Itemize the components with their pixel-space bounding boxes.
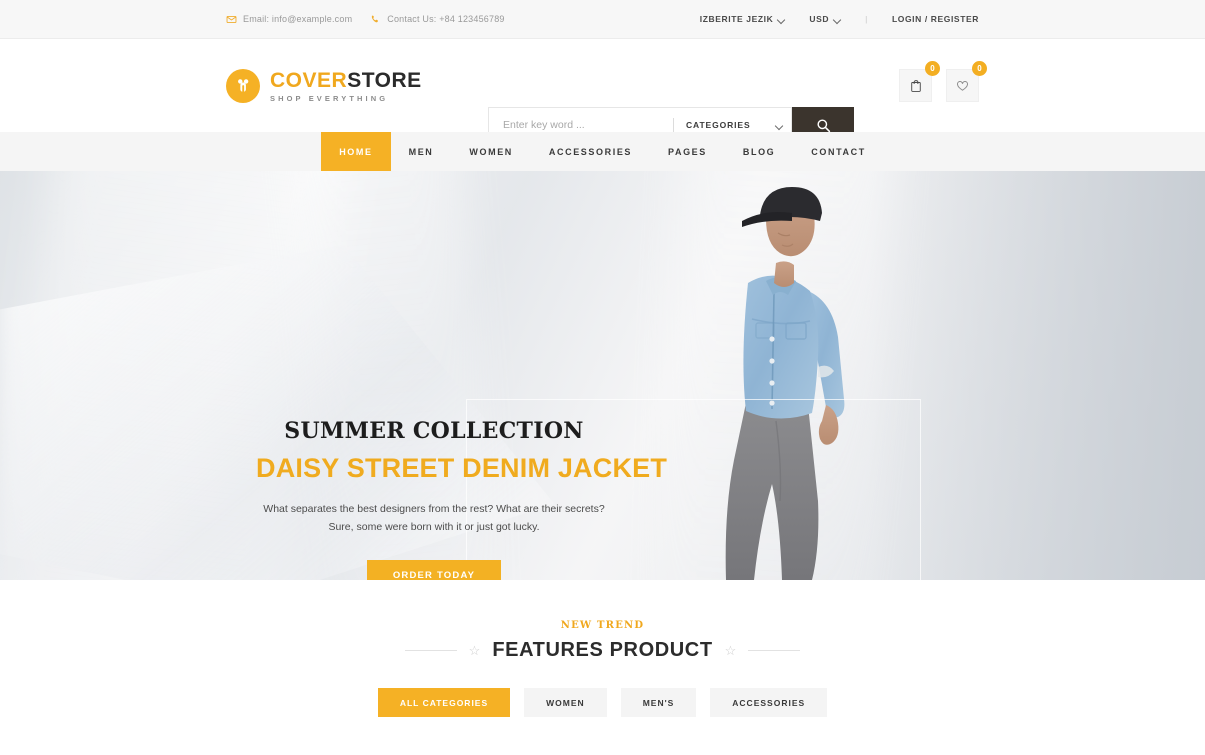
- email-info: Email: info@example.com: [226, 14, 352, 25]
- cart-count-badge: 0: [925, 61, 940, 76]
- filter-all-categories[interactable]: ALL CATEGORIES: [377, 688, 511, 717]
- hero-description: What separates the best designers from t…: [263, 502, 605, 534]
- main-navigation: HOME MEN WOMEN ACCESSORIES PAGES BLOG CO…: [0, 132, 1205, 171]
- nav-label: WOMEN: [469, 146, 513, 157]
- nav-item-women[interactable]: WOMEN: [451, 132, 531, 171]
- envelope-icon: [226, 14, 237, 25]
- divider: [404, 650, 457, 651]
- divider: [673, 118, 674, 132]
- login-register-link[interactable]: LOGIN / REGISTER: [892, 14, 979, 24]
- top-bar-utility-group: IZBERITE JEZIK USD | LOGIN / REGISTER: [700, 14, 979, 24]
- hero-title: DAISY STREET DENIM JACKET: [256, 453, 668, 484]
- language-label: IZBERITE JEZIK: [699, 14, 774, 24]
- logo-tagline: SHOP EVERYTHING: [270, 93, 389, 103]
- hero-banner: SUMMER COLLECTION DAISY STREET DENIM JAC…: [0, 171, 1205, 580]
- divider: [748, 650, 801, 651]
- nav-items: HOME MEN WOMEN ACCESSORIES PAGES BLOG CO…: [321, 132, 884, 171]
- chevron-down-icon: [834, 16, 841, 23]
- logo[interactable]: COVERSTORE SHOP EVERYTHING: [226, 68, 422, 103]
- chevron-down-icon: [776, 122, 783, 129]
- top-bar: Email: info@example.com Contact Us: +84 …: [0, 0, 1205, 39]
- category-label: CATEGORIES: [686, 120, 751, 130]
- heart-icon: [955, 78, 970, 93]
- divider: |: [865, 14, 868, 24]
- logo-name-primary: COVER: [270, 68, 348, 92]
- email-text: Email: info@example.com: [243, 14, 353, 24]
- site-header: COVERSTORE SHOP EVERYTHING CATEGORIES: [0, 39, 1205, 143]
- chevron-down-icon: [778, 16, 785, 23]
- search-input[interactable]: [503, 119, 673, 131]
- star-icon: ☆: [468, 643, 481, 658]
- hero-content: SUMMER COLLECTION DAISY STREET DENIM JAC…: [0, 171, 1205, 580]
- logo-title: COVERSTORE: [270, 69, 422, 92]
- language-selector[interactable]: IZBERITE JEZIK: [700, 14, 786, 24]
- cover-store-logo-icon: [226, 68, 260, 103]
- logo-name-secondary: STORE: [347, 68, 422, 92]
- nav-item-men[interactable]: MEN: [391, 132, 452, 171]
- phone-icon: [370, 14, 381, 25]
- order-today-button[interactable]: ORDER TODAY: [367, 559, 501, 580]
- top-bar-contact-group: Email: info@example.com Contact Us: +84 …: [226, 14, 505, 25]
- phone-text: Contact Us: +84 123456789: [387, 14, 505, 24]
- hero-text-block: SUMMER COLLECTION DAISY STREET DENIM JAC…: [256, 418, 668, 580]
- star-icon: ☆: [724, 643, 737, 658]
- filter-accessories[interactable]: ACCESSORIES: [710, 688, 828, 717]
- search-icon: [816, 118, 831, 133]
- features-section: NEW TREND ☆ FEATURES PRODUCT ☆ ALL CATEG…: [0, 580, 1205, 717]
- category-selector[interactable]: CATEGORIES: [686, 120, 783, 130]
- section-eyebrow: NEW TREND: [560, 620, 645, 631]
- logo-text: COVERSTORE SHOP EVERYTHING: [270, 69, 422, 103]
- nav-item-blog[interactable]: BLOG: [725, 132, 793, 171]
- nav-item-contact[interactable]: CONTACT: [793, 132, 884, 171]
- phone-info: Contact Us: +84 123456789: [370, 14, 504, 25]
- header-actions: 0 0: [899, 61, 987, 102]
- currency-label: USD: [809, 14, 830, 24]
- nav-label: HOME: [339, 146, 373, 157]
- nav-label: CONTACT: [811, 146, 866, 157]
- filter-women[interactable]: WOMEN: [524, 688, 607, 717]
- hero-eyebrow: SUMMER COLLECTION: [284, 418, 584, 444]
- cart-button[interactable]: 0: [899, 61, 940, 102]
- section-heading: ☆ FEATURES PRODUCT ☆: [0, 639, 1205, 662]
- wishlist-count-badge: 0: [972, 61, 987, 76]
- filter-mens[interactable]: MEN'S: [620, 688, 697, 717]
- section-title: FEATURES PRODUCT: [492, 639, 713, 661]
- nav-item-home[interactable]: HOME: [321, 132, 391, 171]
- currency-selector[interactable]: USD: [809, 14, 841, 24]
- nav-item-pages[interactable]: PAGES: [650, 132, 725, 171]
- category-filter-tabs: ALL CATEGORIES WOMEN MEN'S ACCESSORIES: [0, 688, 1205, 717]
- nav-label: BLOG: [742, 146, 776, 157]
- nav-label: PAGES: [668, 146, 707, 157]
- nav-label: ACCESSORIES: [548, 146, 633, 157]
- wishlist-button[interactable]: 0: [946, 61, 987, 102]
- shopping-bag-icon: [909, 79, 923, 93]
- nav-item-accessories[interactable]: ACCESSORIES: [531, 132, 650, 171]
- nav-label: MEN: [408, 146, 434, 157]
